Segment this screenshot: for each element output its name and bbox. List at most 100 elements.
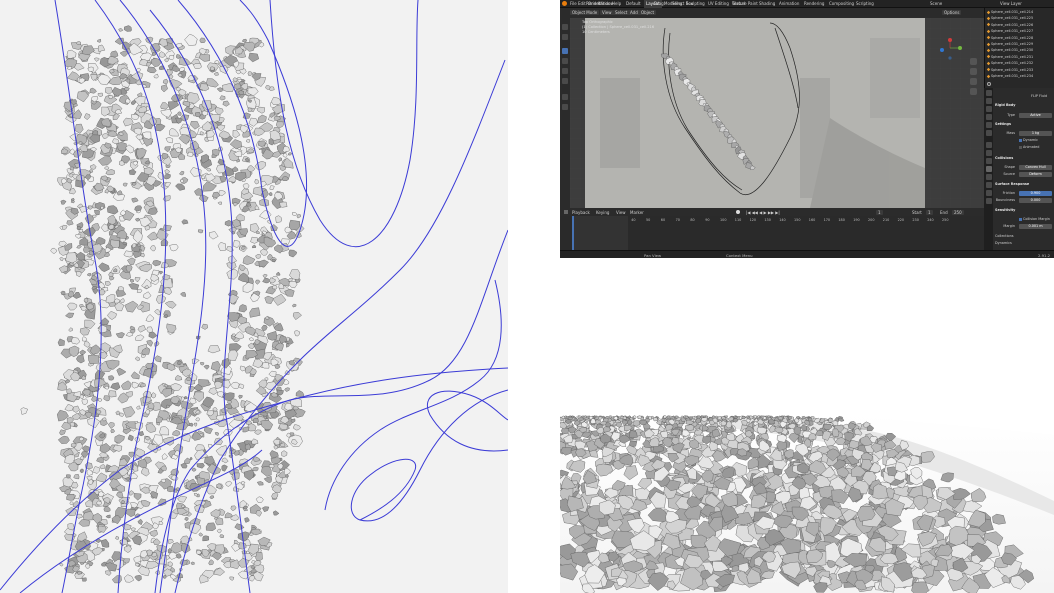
outliner-item[interactable]: Sphere_cell.031_cell.233 xyxy=(986,68,1053,73)
keying-menu[interactable]: Keying xyxy=(596,210,609,215)
outliner-item[interactable]: Sphere_cell.031_cell.232 xyxy=(986,61,1053,66)
render-tab-icon[interactable] xyxy=(985,98,992,104)
transform-icon[interactable] xyxy=(562,78,568,84)
sensitivity-section[interactable]: Sensitivity xyxy=(995,208,1053,214)
select-box-icon[interactable] xyxy=(562,24,568,30)
flip-fluid-label: FLIP Fluid xyxy=(1031,94,1048,98)
friction-slider[interactable]: 0.900 xyxy=(1019,191,1052,196)
rotate-icon[interactable] xyxy=(562,58,568,64)
mode-selector[interactable]: Object Mode xyxy=(570,10,600,15)
timeline-tick-label: 130 xyxy=(764,218,771,222)
timeline-tick-label: 70 xyxy=(675,218,680,222)
menu-file[interactable]: File xyxy=(570,1,577,6)
timeline-tick-label: 50 xyxy=(646,218,651,222)
constraints-tab-icon[interactable] xyxy=(985,174,992,180)
timeline-view-menu[interactable]: View xyxy=(616,210,626,215)
menu-edit[interactable]: Edit xyxy=(578,1,586,6)
tool-tab-icon[interactable] xyxy=(985,90,992,96)
material-tab-icon[interactable] xyxy=(985,190,992,196)
type-dropdown[interactable]: Active xyxy=(1019,113,1052,118)
tab-shading[interactable]: Shading xyxy=(757,0,777,8)
particles-tab-icon[interactable] xyxy=(985,158,992,164)
outliner-item[interactable]: Sphere_cell.031_cell.229 xyxy=(986,42,1053,47)
rock-fragment xyxy=(98,325,108,334)
flip-fluid-button[interactable]: FLIP Fluid xyxy=(1031,94,1054,100)
surface-response-section[interactable]: Surface Response xyxy=(995,182,1053,188)
scene-selector[interactable]: Scene xyxy=(930,1,942,6)
tab-scripting[interactable]: Scripting xyxy=(854,0,876,8)
current-frame-field[interactable]: 1 xyxy=(876,209,883,215)
add-menu[interactable]: Add xyxy=(628,10,640,15)
play-icon[interactable]: |◀ ◀◀ ◀ ▶ ▶▶ ▶| xyxy=(746,210,780,215)
scene-tab-icon[interactable] xyxy=(985,122,992,128)
margin-field[interactable]: 0.001 m xyxy=(1019,224,1052,229)
bounciness-slider[interactable]: 0.000 xyxy=(1019,198,1052,203)
outliner-item[interactable]: Sphere_cell.031_cell.228 xyxy=(986,36,1053,41)
playhead[interactable] xyxy=(572,216,574,250)
type-label: Type xyxy=(1007,113,1015,117)
texture-tab-icon[interactable] xyxy=(985,198,992,204)
annotate-icon[interactable] xyxy=(562,94,568,100)
rock-fragment xyxy=(66,388,72,395)
mesh-object-icon xyxy=(986,74,991,78)
tab-animation[interactable]: Animation xyxy=(777,0,801,8)
rigid-body-section[interactable]: Rigid Body xyxy=(995,103,1053,109)
outliner-item[interactable]: Sphere_cell.031_cell.227 xyxy=(986,29,1053,34)
dynamics-section[interactable]: Dynamics xyxy=(995,241,1053,247)
measure-icon[interactable] xyxy=(562,104,568,110)
timeline-track[interactable]: 1102030405060708090100110120130140150160… xyxy=(560,216,984,250)
menu-help[interactable]: Help xyxy=(612,1,621,6)
start-frame-field[interactable]: 1 xyxy=(926,209,933,215)
outliner-item[interactable]: Sphere_cell.031_cell.214 xyxy=(986,10,1053,15)
composite-image: File Edit Render Window Help Layout Mode… xyxy=(0,0,1054,593)
outliner-item[interactable]: Sphere_cell.031_cell.234 xyxy=(986,74,1053,79)
outliner-item[interactable]: Sphere_cell.031_cell.230 xyxy=(986,48,1053,53)
drag-value[interactable]: Select Box xyxy=(672,1,693,6)
cursor-icon[interactable] xyxy=(562,34,568,40)
tab-compositing[interactable]: Compositing xyxy=(827,0,856,8)
record-icon[interactable] xyxy=(736,210,740,214)
rock-fragment xyxy=(637,415,642,420)
animated-checkbox[interactable]: Animated xyxy=(1019,145,1054,151)
options-button[interactable]: Options xyxy=(942,10,962,15)
outliner-item-label: Sphere_cell.031_cell.225 xyxy=(991,16,1034,21)
scale-icon[interactable] xyxy=(562,68,568,74)
data-tab-icon[interactable] xyxy=(985,182,992,188)
move-icon[interactable] xyxy=(562,48,568,54)
mass-field[interactable]: 1 kg xyxy=(1019,131,1052,136)
physics-tab-icon[interactable] xyxy=(985,166,992,172)
modifier-tab-icon[interactable] xyxy=(985,150,992,156)
collision-margin-checkbox[interactable]: Collision Margin xyxy=(1019,217,1054,223)
tab-rendering[interactable]: Rendering xyxy=(802,0,826,8)
pivot-selector[interactable]: Global xyxy=(732,1,745,6)
search-icon[interactable] xyxy=(987,82,991,86)
dynamic-checkbox[interactable]: Dynamic xyxy=(1019,138,1054,144)
3d-viewport[interactable]: Top Orthographic (1) Collection | Sphere… xyxy=(570,18,984,208)
tab-uv-editing[interactable]: UV Editing xyxy=(706,0,731,8)
end-frame-field[interactable]: 250 xyxy=(952,209,964,215)
collisions-section[interactable]: Collisions xyxy=(995,156,1053,162)
timeline-editor-icon[interactable] xyxy=(564,210,568,214)
shape-dropdown[interactable]: Convex Hull xyxy=(1019,165,1052,170)
rock-fragment xyxy=(104,385,109,390)
rock-fragment xyxy=(701,417,708,422)
outliner-item[interactable]: Sphere_cell.031_cell.225 xyxy=(986,16,1053,21)
object-menu[interactable]: Object xyxy=(639,10,657,15)
playback-menu[interactable]: Playback xyxy=(572,210,590,215)
output-tab-icon[interactable] xyxy=(985,106,992,112)
view-layer-tab-icon[interactable] xyxy=(985,114,992,120)
outliner-item[interactable]: Sphere_cell.031_cell.231 xyxy=(986,55,1053,60)
source-dropdown[interactable]: Deform xyxy=(1019,172,1052,177)
collections-section[interactable]: Collections xyxy=(995,234,1053,240)
view-menu[interactable]: View xyxy=(600,10,614,15)
timeline-tick-label: 120 xyxy=(749,218,757,222)
settings-section[interactable]: Settings xyxy=(995,122,1053,128)
object-tab-icon[interactable] xyxy=(985,142,992,148)
marker-menu[interactable]: Marker xyxy=(630,210,644,215)
view-layer-selector[interactable]: View Layer xyxy=(1000,1,1022,6)
orientation-value[interactable]: Default xyxy=(626,1,641,6)
select-menu[interactable]: Select xyxy=(613,10,630,15)
outliner-item[interactable]: Sphere_cell.031_cell.226 xyxy=(986,23,1053,28)
bounciness-label: Bounciness xyxy=(995,198,1015,202)
world-tab-icon[interactable] xyxy=(985,130,992,136)
